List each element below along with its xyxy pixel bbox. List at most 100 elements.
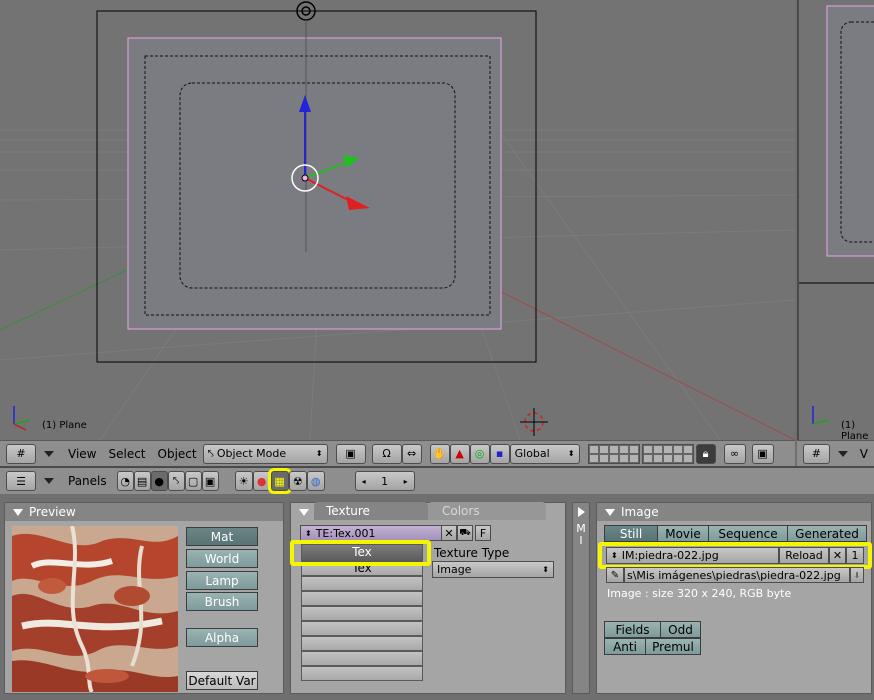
texture-slot-5[interactable]	[301, 606, 423, 621]
object-mode-icon: ⤣	[207, 446, 214, 460]
texture-subcontext-button[interactable]: ▦	[267, 468, 292, 494]
fields-toggle[interactable]: Fields	[604, 621, 661, 638]
grid-icon: #	[811, 447, 821, 460]
editor-type-button[interactable]: #	[6, 443, 36, 464]
link-button[interactable]: ∞	[723, 443, 746, 464]
image-tab-generated[interactable]: Generated	[787, 525, 867, 542]
tab-colors[interactable]: Colors	[428, 502, 546, 520]
list-icon: ☰	[16, 474, 26, 488]
texture-slot-8[interactable]	[301, 651, 423, 666]
preview-mat-button[interactable]: Mat	[186, 527, 258, 546]
menu-view[interactable]: View	[62, 447, 102, 461]
script-icon: ▤	[136, 474, 148, 488]
translate-manipulator[interactable]: ▲	[449, 443, 470, 464]
editor-type-button-right[interactable]: #	[803, 443, 830, 464]
scene-image-icon: ▣	[204, 474, 216, 488]
texture-name-value: TE:Tex.001	[315, 526, 376, 540]
menu-object[interactable]: Object	[152, 447, 203, 461]
texture-unlink-button[interactable]: ✕	[441, 525, 457, 541]
preview-lamp-button[interactable]: Lamp	[186, 571, 258, 590]
pivot-button[interactable]: Ω	[371, 443, 402, 464]
menu-select[interactable]: Select	[102, 447, 151, 461]
radiosity-icon: ☢	[292, 474, 303, 488]
texture-type-select[interactable]: Image ⬍	[432, 561, 554, 578]
active-object-label: (1) Plane	[42, 420, 87, 431]
3d-viewport-right[interactable]: (1) Plane	[797, 0, 874, 440]
lock-layers-button[interactable]: 🔒︎	[695, 443, 716, 464]
image-tab-still[interactable]: Still	[604, 525, 658, 542]
collapse-icon[interactable]	[605, 508, 615, 516]
texture-fake-user-button[interactable]: F	[475, 525, 491, 541]
texture-name-field[interactable]: ⬍ TE:Tex.001	[300, 525, 442, 541]
collapse-menu-icon[interactable]	[44, 478, 54, 484]
sphere-icon: ●	[154, 474, 164, 488]
anti-toggle[interactable]: Anti	[604, 638, 646, 655]
script-context-button[interactable]: ▤	[133, 471, 151, 491]
lamp-subcontext-button[interactable]: ☀	[234, 471, 253, 491]
preview-world-button[interactable]: World	[186, 549, 258, 568]
mode-select[interactable]: ⤣ Object Mode ⬍	[202, 443, 328, 464]
collapse-icon[interactable]	[299, 508, 309, 516]
3d-view-header-right: # V	[797, 440, 874, 466]
rotate-manipulator[interactable]: ◎	[469, 443, 490, 464]
image-path-field[interactable]: s\Mis imágenes\piedras\piedra-022.jpg	[624, 567, 850, 583]
texture-slot-9[interactable]	[301, 666, 423, 681]
image-icon: ▣	[757, 447, 768, 460]
texture-slot-6[interactable]	[301, 621, 423, 636]
panels-label[interactable]: Panels	[62, 474, 113, 488]
edit-square-icon: ▢	[187, 474, 199, 488]
draw-type-button[interactable]: ▣	[335, 443, 366, 464]
collapse-icon[interactable]	[13, 508, 23, 516]
preview-panel-header[interactable]: Preview	[5, 503, 283, 521]
orientation-select[interactable]: Global ⬍	[509, 443, 580, 464]
scale-manipulator[interactable]: ▪	[489, 443, 510, 464]
3d-view-header: # View Select Object ⤣ Object Mode ⬍ ▣ Ω…	[0, 440, 795, 466]
manipulator-toggle[interactable]: ✋	[429, 443, 450, 464]
logic-context-button[interactable]: ◔	[116, 471, 134, 491]
globe-icon: ◍	[310, 474, 321, 488]
premul-toggle[interactable]: Premul	[645, 638, 701, 655]
editing-context-button[interactable]: ▢	[184, 471, 202, 491]
render-button[interactable]: ▣	[751, 443, 774, 464]
tab-texture[interactable]: Texture	[314, 502, 428, 520]
texture-slot-7[interactable]	[301, 636, 423, 651]
pack-image-button[interactable]: ⬇	[850, 567, 864, 583]
layers-group-1[interactable]	[587, 443, 640, 464]
image-tab-sequence[interactable]: Sequence	[708, 525, 788, 542]
3d-viewport[interactable]: (1) Plane	[0, 0, 795, 440]
triangle-icon: ▲	[455, 447, 464, 460]
expand-right-icon[interactable]	[578, 507, 585, 517]
cube-icon: ▣	[345, 447, 356, 460]
texture-slot-3[interactable]	[301, 576, 423, 591]
align-button[interactable]: ⇔	[401, 443, 422, 464]
ring-icon: ◎	[474, 447, 485, 460]
buttons-editor-type[interactable]: ☰	[6, 471, 36, 491]
texture-slot-4[interactable]	[301, 591, 423, 606]
frame-number-field[interactable]: ◂ 1 ▸	[354, 471, 415, 491]
collapse-menu-icon[interactable]	[44, 450, 54, 457]
odd-toggle[interactable]: Odd	[660, 621, 701, 638]
default-var-button[interactable]: Default Var	[186, 671, 258, 690]
highlight-tex-slot	[290, 540, 431, 566]
world-subcontext-button[interactable]: ◍	[306, 471, 325, 491]
material-subcontext-button[interactable]: ●	[252, 471, 271, 491]
object-context-button[interactable]: ⤣	[167, 471, 185, 491]
texture-browse-button[interactable]: ⛟	[457, 525, 473, 541]
preview-alpha-button[interactable]: Alpha	[186, 628, 258, 647]
layers-group-2[interactable]	[641, 443, 694, 464]
image-panel-header[interactable]: Image	[597, 503, 871, 521]
side-tab-strip[interactable]: M I	[572, 502, 590, 694]
scene-context-button[interactable]: ▣	[201, 471, 219, 491]
side-tab-letters: M I	[576, 522, 586, 547]
car-icon: ⛟	[459, 527, 471, 538]
texture-type-label: Texture Type	[434, 546, 510, 560]
radio-subcontext-button[interactable]: ☢	[288, 471, 307, 491]
menu-view-right[interactable]: V	[854, 447, 874, 461]
image-tab-movie[interactable]: Movie	[657, 525, 709, 542]
updown-icon: ⬍	[305, 528, 312, 538]
preview-brush-button[interactable]: Brush	[186, 592, 258, 611]
collapse-menu-icon-right[interactable]	[837, 450, 848, 457]
shading-context-button[interactable]: ●	[150, 471, 168, 491]
file-browse-button[interactable]: ✎	[606, 567, 624, 583]
image-panel-title: Image	[621, 505, 659, 519]
